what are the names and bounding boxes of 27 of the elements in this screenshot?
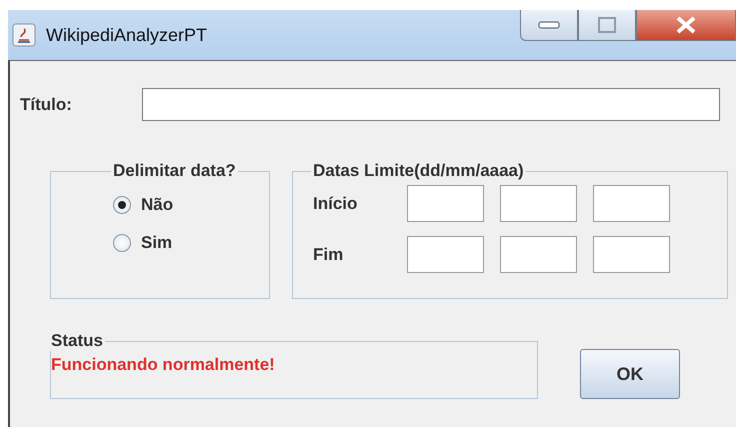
- radio-label: Sim: [141, 233, 172, 253]
- maximize-button[interactable]: [578, 10, 636, 41]
- close-icon: [675, 16, 697, 34]
- title-input-field[interactable]: [142, 88, 720, 121]
- window-title: WikipediAnalyzerPT: [46, 24, 208, 46]
- date-input-field[interactable]: [500, 185, 577, 222]
- app-icon: [12, 23, 36, 47]
- radio-button[interactable]: [113, 234, 131, 252]
- radio-label: Não: [141, 195, 174, 215]
- minimize-button[interactable]: [520, 10, 578, 41]
- date-input-field[interactable]: [500, 236, 577, 273]
- group-legend: Delimitar data?: [111, 161, 238, 181]
- maximize-icon: [598, 17, 616, 33]
- date-input-field[interactable]: [407, 236, 484, 273]
- date-input-field[interactable]: [593, 185, 670, 222]
- title-label: Título:: [20, 94, 73, 114]
- date-input-field[interactable]: [407, 185, 484, 222]
- group-legend: Status: [49, 331, 105, 351]
- ok-button[interactable]: OK: [580, 349, 680, 399]
- date-label: Fim: [313, 244, 344, 264]
- close-button[interactable]: [636, 10, 736, 41]
- date-input-field[interactable]: [593, 236, 670, 273]
- date-label: Início: [313, 194, 358, 214]
- radio-button[interactable]: [113, 196, 131, 214]
- group-legend: Datas Limite(dd/mm/aaaa): [311, 161, 526, 181]
- status-message: Funcionando normalmente!: [51, 355, 275, 374]
- minimize-icon: [538, 21, 560, 29]
